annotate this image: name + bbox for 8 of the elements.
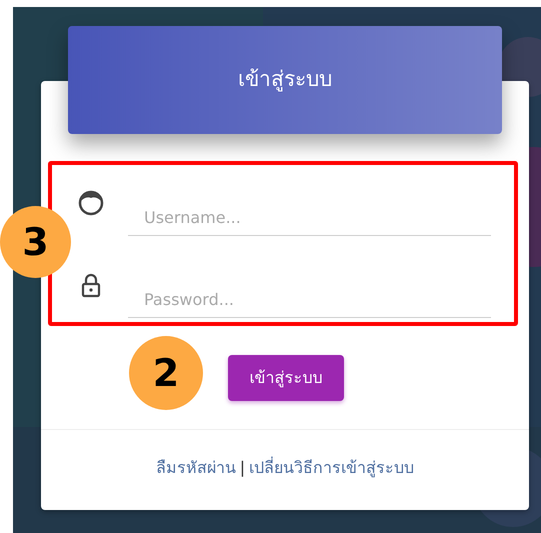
username-field[interactable]: Username... — [128, 200, 491, 236]
user-icon — [78, 190, 104, 216]
login-button[interactable]: เข้าสู่ระบบ — [228, 355, 344, 401]
separator: | — [240, 457, 246, 479]
footer-link[interactable]: ลืมรหัสผ่าน — [156, 456, 236, 480]
footer-link[interactable]: เปลี่ยนวิธีการเข้าสู่ระบบ — [249, 456, 414, 480]
password-field[interactable]: Password... — [128, 282, 491, 318]
card-header: เข้าสู่ระบบ — [68, 26, 502, 134]
